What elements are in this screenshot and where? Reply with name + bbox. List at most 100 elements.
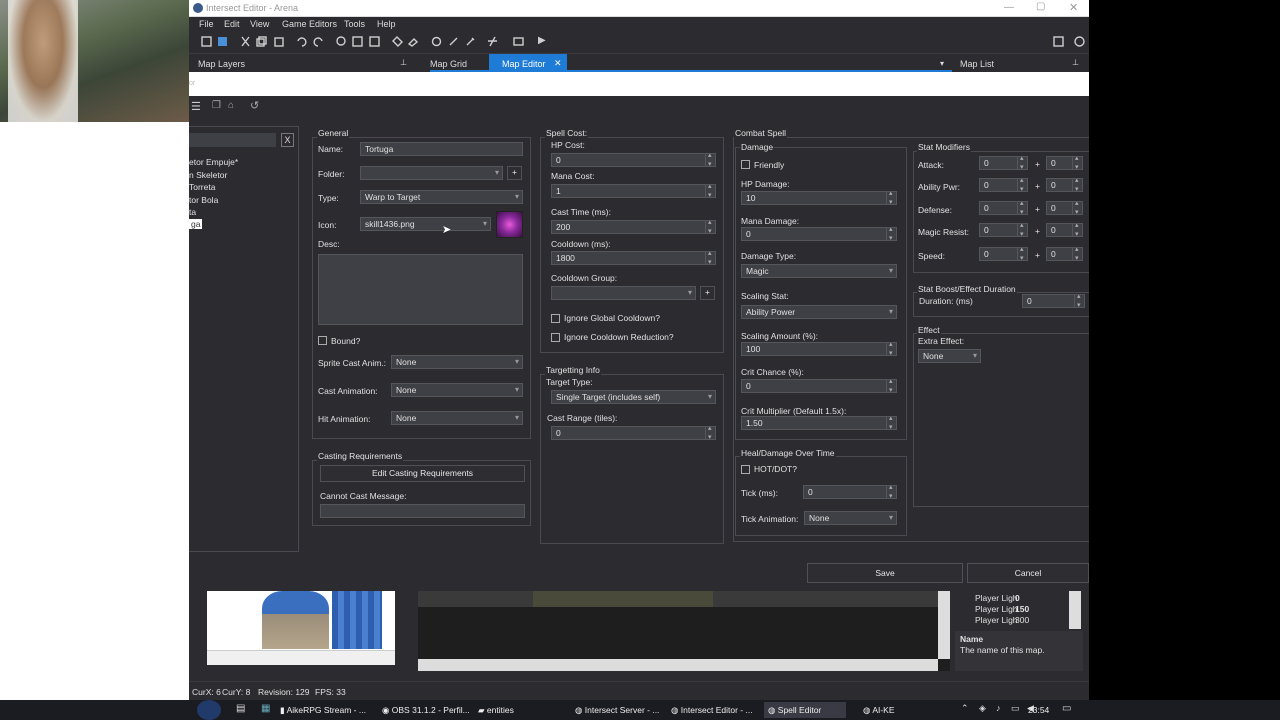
undo-icon[interactable] (296, 36, 307, 47)
map-canvas[interactable] (418, 591, 950, 671)
copy-icon[interactable]: ❐ (212, 100, 221, 111)
bound-checkbox[interactable] (318, 336, 327, 345)
microphone-icon[interactable]: ♪ (996, 703, 1001, 713)
taskbar-item-intersect-server[interactable]: ◍ Intersect Server - ... (575, 702, 659, 718)
type-select[interactable]: Warp to Target (360, 190, 523, 204)
chevron-up-icon[interactable]: ⌃ (961, 703, 969, 714)
taskbar-item-aike[interactable]: ◍ AI-KE (863, 702, 895, 718)
taskbar-item-spell-editor[interactable]: ◍ Spell Editor (764, 702, 847, 718)
friendly-checkbox[interactable] (741, 160, 750, 169)
magic-resist-flat-input[interactable]: 0 (979, 223, 1028, 237)
file-icon[interactable]: ▤ (236, 703, 245, 714)
tab-dropdown-icon[interactable]: ▾ (940, 59, 944, 68)
tick-animation-select[interactable]: None (804, 511, 897, 525)
speed-flat-input[interactable]: 0 (979, 247, 1028, 261)
hp-cost-input[interactable]: 0 (551, 153, 716, 167)
mana-cost-input[interactable]: 1 (551, 184, 716, 198)
redo-icon[interactable] (313, 36, 324, 47)
add-cooldown-group-button[interactable]: + (700, 286, 715, 300)
help-icon[interactable] (1053, 36, 1064, 47)
menu-file[interactable]: File (199, 19, 214, 29)
ignore-cooldown-reduction-checkbox[interactable] (551, 333, 560, 342)
desc-textarea[interactable] (318, 254, 523, 325)
cut-icon[interactable] (240, 36, 251, 47)
cast-time-input[interactable]: 200 (551, 220, 716, 234)
cancel-button[interactable]: Cancel (967, 563, 1089, 583)
rectangle-tool-icon[interactable] (369, 36, 380, 47)
save-icon[interactable] (217, 36, 228, 47)
hit-animation-select[interactable]: None (391, 411, 523, 425)
edit-casting-requirements-button[interactable]: Edit Casting Requirements (320, 465, 525, 482)
icon-select[interactable]: skill1436.png (360, 217, 491, 231)
list-item[interactable]: Torreta (189, 182, 215, 192)
defense-percent-input[interactable]: 0 (1046, 201, 1083, 215)
damage-type-select[interactable]: Magic (741, 264, 897, 278)
attack-percent-input[interactable]: 0 (1046, 156, 1083, 170)
extra-effect-select[interactable]: None (918, 349, 981, 363)
info-icon[interactable] (1074, 36, 1085, 47)
minimize-icon[interactable]: — (1004, 2, 1014, 13)
crit-chance-input[interactable]: 0 (741, 379, 897, 393)
list-item[interactable]: n Skeletor (189, 170, 227, 180)
fill-tool-icon[interactable] (392, 36, 403, 47)
list-item[interactable]: tor Bola (189, 195, 218, 205)
taskbar-item-entities[interactable]: ▰ entities (478, 702, 514, 718)
clear-search-button[interactable]: X (281, 133, 294, 147)
shield-icon[interactable]: ◈ (979, 703, 986, 714)
target-type-select[interactable]: Single Target (includes self) (551, 390, 716, 404)
clock[interactable]: 23:54 (1028, 705, 1049, 715)
mana-damage-input[interactable]: 0 (741, 227, 897, 241)
menu-edit[interactable]: Edit (224, 19, 240, 29)
add-folder-button[interactable]: + (507, 166, 522, 180)
eraser-icon[interactable] (448, 36, 459, 47)
duration-input[interactable]: 0 (1022, 294, 1085, 308)
speed-percent-input[interactable]: 0 (1046, 247, 1083, 261)
menu-tools[interactable]: Tools (344, 19, 365, 29)
list-item[interactable]: etor Empuje* (189, 157, 238, 167)
layers-icon[interactable] (431, 36, 442, 47)
cast-animation-select[interactable]: None (391, 383, 523, 397)
search-input[interactable] (189, 133, 276, 147)
attack-flat-input[interactable]: 0 (979, 156, 1028, 170)
tick-input[interactable]: 0 (803, 485, 897, 499)
name-input[interactable]: Tortuga (360, 142, 523, 156)
taskbar-item-intersect-editor[interactable]: ◍ Intersect Editor - ... (671, 702, 753, 718)
paste-icon[interactable] (273, 36, 284, 47)
pin-icon[interactable]: ⊥ (400, 58, 407, 67)
list-icon[interactable]: ☰ (191, 100, 201, 113)
menu-view[interactable]: View (250, 19, 269, 29)
event-tool-icon[interactable] (487, 36, 498, 47)
crit-multiplier-input[interactable]: 1.50 (741, 416, 897, 430)
cooldown-input[interactable]: 1800 (551, 251, 716, 265)
run-client-icon[interactable]: ▶ (538, 35, 546, 46)
sprite-cast-anim-select[interactable]: None (391, 355, 523, 369)
close-icon[interactable]: ✕ (1069, 1, 1078, 14)
undo-icon[interactable]: ↺ (250, 99, 259, 112)
taskbar-item-obs[interactable]: ◉ OBS 31.1.2 - Perfil... (382, 702, 470, 718)
network-icon[interactable]: ▭ (1011, 703, 1020, 714)
cooldown-group-select[interactable] (551, 286, 696, 300)
list-item[interactable]: ta (189, 207, 196, 217)
save-button[interactable]: Save (807, 563, 963, 583)
dropper-icon[interactable] (465, 36, 476, 47)
ability-power-flat-input[interactable]: 0 (979, 178, 1028, 192)
ability-power-percent-input[interactable]: 0 (1046, 178, 1083, 192)
scaling-amount-input[interactable]: 100 (741, 342, 897, 356)
taskbar-item-aikerpg[interactable]: ▮ AikeRPG Stream - ... (280, 702, 366, 718)
folder-select[interactable] (360, 166, 503, 180)
paste-icon[interactable]: ⌂ (228, 100, 234, 111)
app-icon[interactable]: ▦ (261, 703, 270, 714)
tab-map-list[interactable]: Map List (960, 59, 994, 69)
menu-help[interactable]: Help (377, 19, 396, 29)
scaling-stat-select[interactable]: Ability Power (741, 305, 897, 319)
menu-game-editors[interactable]: Game Editors (282, 19, 337, 29)
select-tool-icon[interactable] (352, 36, 363, 47)
list-item-selected[interactable]: ga (189, 219, 203, 229)
pin-icon[interactable]: ⊥ (1072, 58, 1079, 67)
notifications-icon[interactable]: ▭ (1062, 703, 1071, 714)
start-button[interactable] (197, 700, 221, 720)
close-tab-icon[interactable]: ✕ (554, 58, 562, 69)
screenshot-icon[interactable] (513, 36, 524, 47)
cannot-cast-input[interactable] (320, 504, 525, 518)
maximize-icon[interactable]: ▢ (1036, 1, 1045, 12)
